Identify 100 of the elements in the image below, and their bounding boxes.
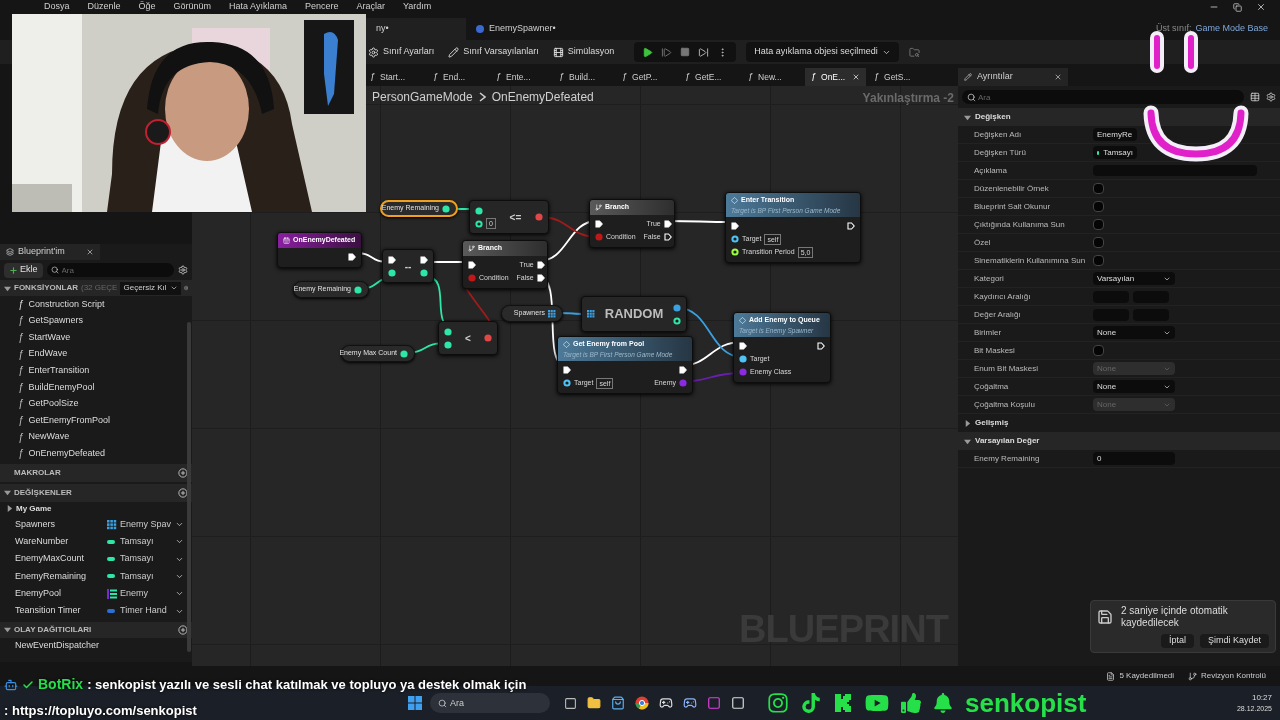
variable-item[interactable]: EnemyMaxCount Tamsayı	[0, 550, 192, 568]
dropdown[interactable]: Varsayılan	[1093, 272, 1175, 285]
exec-pin-icon[interactable]	[847, 222, 855, 230]
graph-tab[interactable]: ƒ GetE...	[679, 68, 740, 86]
status-button[interactable]: Revizyon Kontrolü	[1188, 670, 1266, 682]
exec-pin-icon[interactable]	[817, 342, 825, 350]
graph-tab[interactable]: ƒ New...	[742, 68, 803, 86]
data-pin-icon[interactable]	[731, 248, 739, 256]
graph-tab[interactable]: ƒ Build...	[553, 68, 614, 86]
function-item[interactable]: ƒ OnEnemyDefeated	[0, 445, 192, 462]
close-icon[interactable]	[1054, 73, 1062, 81]
status-button[interactable]: 5 Kaydedilmedi	[1106, 670, 1175, 682]
dropdown[interactable]: None	[1093, 380, 1175, 393]
graph-tab[interactable]: ƒ End...	[427, 68, 488, 86]
caret-icon[interactable]	[4, 489, 11, 497]
checkbox[interactable]	[1093, 345, 1104, 356]
exec-pin-icon[interactable]	[536, 274, 545, 282]
folder-icon[interactable]	[587, 696, 601, 710]
text-field[interactable]: EnemyRe	[1093, 128, 1137, 141]
taskbar-search-field[interactable]: Ara	[430, 693, 550, 713]
exec-pin-icon[interactable]	[388, 255, 396, 264]
menu-item[interactable]: Görünüm	[173, 0, 212, 14]
array-pin-icon[interactable]	[548, 309, 556, 318]
bell-icon[interactable]	[933, 693, 953, 713]
thumbs-up-icon[interactable]	[901, 693, 921, 713]
stop-icon[interactable]	[680, 47, 691, 57]
exec-pin-icon[interactable]	[663, 220, 672, 228]
breadcrumb-item[interactable]: PersonGameMode	[372, 88, 473, 106]
block-logo-icon[interactable]	[833, 693, 853, 713]
search-field[interactable]: Ara	[46, 263, 174, 277]
caret-icon[interactable]	[964, 437, 971, 445]
menu-item[interactable]: Düzenle	[87, 0, 121, 14]
section-header[interactable]: FONKSİYONLAR	[14, 282, 78, 294]
toast-button[interactable]: Şimdi Kaydet	[1199, 634, 1269, 648]
add-button[interactable]: Ekle	[4, 262, 43, 278]
operator-node[interactable]: <	[438, 321, 498, 355]
data-pin-icon[interactable]	[354, 285, 362, 294]
override-dropdown[interactable]: Geçersiz Kıl	[120, 281, 181, 295]
store-icon[interactable]	[611, 696, 625, 710]
table-icon[interactable]	[1250, 92, 1260, 102]
data-pin-icon[interactable]	[420, 268, 428, 277]
toolbar-button[interactable]: Sınıf Varsayılanları	[446, 45, 541, 59]
play-controls[interactable]	[634, 42, 737, 62]
step-icon[interactable]	[661, 46, 673, 58]
folder-search-icon[interactable]	[908, 46, 920, 58]
menu-item[interactable]: Öğe	[138, 0, 156, 14]
exec-pin-icon[interactable]	[348, 253, 356, 261]
section-header[interactable]: Değişken	[975, 111, 1011, 123]
function-item[interactable]: ƒ EnterTransition	[0, 362, 192, 379]
toolbar-button[interactable]: Sınıf Ayarları	[366, 45, 437, 59]
data-pin-icon[interactable]	[563, 379, 571, 387]
document-tab[interactable]: EnemySpawner•	[466, 18, 566, 40]
settings-icon[interactable]	[1266, 92, 1276, 102]
checkbox[interactable]	[1093, 201, 1104, 212]
function-item[interactable]: ƒ GetEnemyFromPool	[0, 412, 192, 429]
array-pin-icon[interactable]	[587, 310, 595, 318]
toast-button[interactable]: İptal	[1160, 634, 1194, 648]
panel-tab[interactable]: Ayrıntılar	[958, 68, 1068, 86]
breadcrumb-item[interactable]: OnEnemyDefeated	[491, 88, 594, 106]
app-icon[interactable]	[707, 696, 721, 710]
graph-tab[interactable]: ƒ Start...	[364, 68, 425, 86]
type-dropdown[interactable]: Tamsayı	[1093, 146, 1137, 159]
add-icon[interactable]	[178, 624, 188, 635]
section-header[interactable]: MAKROLAR	[14, 466, 61, 479]
graph-tab[interactable]: ƒ Ente...	[490, 68, 551, 86]
menu-item[interactable]: Dosya	[44, 0, 70, 14]
task-view-icon[interactable]	[564, 696, 577, 710]
text-field[interactable]: 0	[1093, 452, 1175, 465]
caret-icon[interactable]	[6, 505, 13, 513]
operator-node[interactable]: --	[382, 249, 434, 283]
browser-icon[interactable]	[635, 696, 649, 710]
function-item[interactable]: ƒ NewWave	[0, 428, 192, 446]
caret-icon[interactable]	[964, 419, 971, 427]
close-icon[interactable]	[86, 248, 94, 256]
camera-logo-icon[interactable]	[767, 692, 789, 714]
macro-node[interactable]: RANDOM	[581, 296, 687, 332]
checkbox[interactable]	[1093, 255, 1104, 266]
checkbox[interactable]	[1093, 183, 1104, 194]
category-label[interactable]: My Game	[16, 502, 52, 515]
exec-pin-icon[interactable]	[595, 220, 603, 228]
exec-pin-icon[interactable]	[679, 366, 687, 374]
debug-object-dropdown[interactable]: Hata ayıklama objesi seçilmedi	[746, 42, 899, 62]
add-icon[interactable]	[178, 467, 188, 478]
data-pin-icon[interactable]	[731, 235, 739, 243]
document-tab[interactable]: ny•	[366, 18, 466, 40]
caret-icon[interactable]	[4, 626, 11, 634]
exec-pin-icon[interactable]	[468, 261, 476, 269]
menu-item[interactable]: Yardım	[403, 0, 432, 14]
add-icon[interactable]	[178, 487, 188, 498]
checkbox[interactable]	[1093, 237, 1104, 248]
panel-tab[interactable]: Blueprint'im	[0, 244, 100, 260]
function-item[interactable]: ƒ Construction Script	[0, 296, 192, 313]
caret-icon[interactable]	[964, 113, 971, 121]
dispatcher-item[interactable]: NewEventDispatcher	[0, 637, 192, 654]
add-icon[interactable]	[183, 283, 188, 293]
exec-pin-icon[interactable]	[663, 233, 672, 241]
variable-item[interactable]: WareNumber Tamsayı	[0, 533, 192, 551]
data-pin-icon[interactable]	[388, 268, 396, 277]
data-pin-icon[interactable]	[442, 204, 450, 213]
variable-item[interactable]: EnemyRemaining Tamsayı	[0, 567, 192, 586]
